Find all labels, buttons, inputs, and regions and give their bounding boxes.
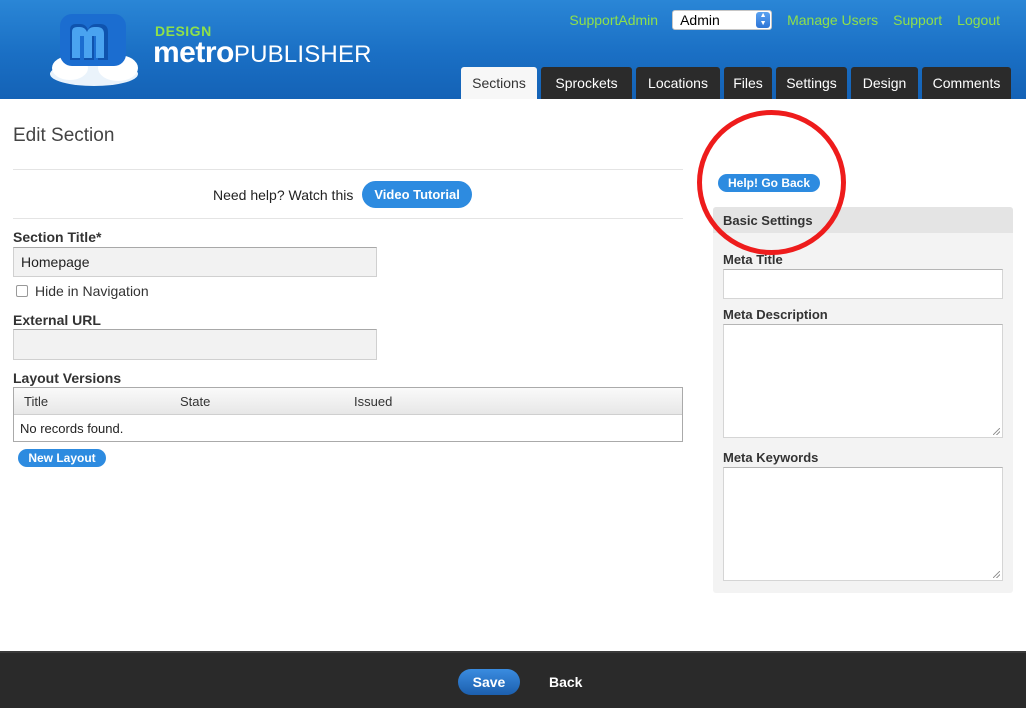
column-header-title[interactable]: Title: [24, 394, 48, 409]
page-title: Edit Section: [13, 125, 115, 146]
meta-title-input[interactable]: [723, 269, 1003, 299]
save-button[interactable]: Save: [458, 669, 520, 695]
help-text: Need help? Watch this: [213, 186, 354, 203]
meta-keywords-textarea[interactable]: [723, 467, 1003, 581]
meta-description-label: Meta Description: [723, 307, 828, 322]
hide-in-navigation-row: Hide in Navigation: [16, 283, 149, 299]
new-layout-button[interactable]: New Layout: [18, 449, 106, 467]
footer-bar: Save Back: [0, 651, 1026, 708]
top-navigation: SupportAdmin Admin ▲ ▼ Manage Users Suppo…: [569, 10, 1000, 30]
basic-settings-heading[interactable]: Basic Settings: [713, 207, 1013, 233]
app-header: DESIGN metroPUBLISHER SupportAdmin Admin…: [0, 0, 1026, 99]
help-line: Need help? Watch this Video Tutorial: [213, 181, 472, 208]
back-link[interactable]: Back: [549, 674, 582, 690]
manage-users-link[interactable]: Manage Users: [787, 12, 878, 28]
brand-wordmark[interactable]: metroPUBLISHER: [153, 36, 372, 70]
empty-table-message: No records found.: [20, 421, 124, 436]
resize-handle-icon[interactable]: [993, 428, 1000, 435]
resize-handle-icon[interactable]: [993, 571, 1000, 578]
basic-settings-panel: Basic Settings Meta Title Meta Descripti…: [713, 207, 1013, 593]
divider: [13, 169, 683, 170]
external-url-label: External URL: [13, 312, 101, 328]
tab-sections[interactable]: Sections: [461, 67, 537, 99]
meta-keywords-label: Meta Keywords: [723, 450, 819, 465]
role-select-value: Admin: [680, 12, 720, 28]
hide-in-navigation-label[interactable]: Hide in Navigation: [35, 283, 149, 299]
table-row: No records found.: [14, 415, 682, 442]
hide-in-navigation-checkbox[interactable]: [16, 285, 28, 297]
tab-comments[interactable]: Comments: [922, 67, 1011, 99]
role-select[interactable]: Admin ▲ ▼: [672, 10, 773, 30]
brand-metro: metro: [153, 36, 234, 69]
select-arrows-icon: ▲ ▼: [756, 12, 771, 28]
main-tabs: Sections Sprockets Locations Files Setti…: [461, 67, 1015, 99]
current-user-link[interactable]: SupportAdmin: [569, 12, 658, 28]
section-title-input[interactable]: Homepage: [13, 247, 377, 277]
cloud-m-logo-icon[interactable]: [48, 8, 140, 88]
video-tutorial-button[interactable]: Video Tutorial: [362, 181, 472, 208]
help-go-back-button[interactable]: Help! Go Back: [718, 174, 820, 192]
tab-files[interactable]: Files: [724, 67, 772, 99]
logout-link[interactable]: Logout: [957, 12, 1000, 28]
layout-versions-label: Layout Versions: [13, 370, 122, 386]
layout-versions-table: Title State Issued No records found.: [13, 387, 683, 442]
meta-description-textarea[interactable]: [723, 324, 1003, 438]
meta-title-label: Meta Title: [723, 252, 783, 267]
tab-settings[interactable]: Settings: [776, 67, 847, 99]
table-header: Title State Issued: [14, 388, 682, 415]
external-url-input[interactable]: [13, 329, 377, 360]
tab-locations[interactable]: Locations: [636, 67, 720, 99]
support-link[interactable]: Support: [893, 12, 942, 28]
column-header-issued[interactable]: Issued: [354, 394, 392, 409]
column-header-state[interactable]: State: [180, 394, 210, 409]
tab-design[interactable]: Design: [851, 67, 918, 99]
tab-sprockets[interactable]: Sprockets: [541, 67, 632, 99]
divider: [13, 218, 683, 219]
section-title-label: Section Title*: [13, 229, 102, 245]
brand-publisher: PUBLISHER: [233, 41, 372, 68]
